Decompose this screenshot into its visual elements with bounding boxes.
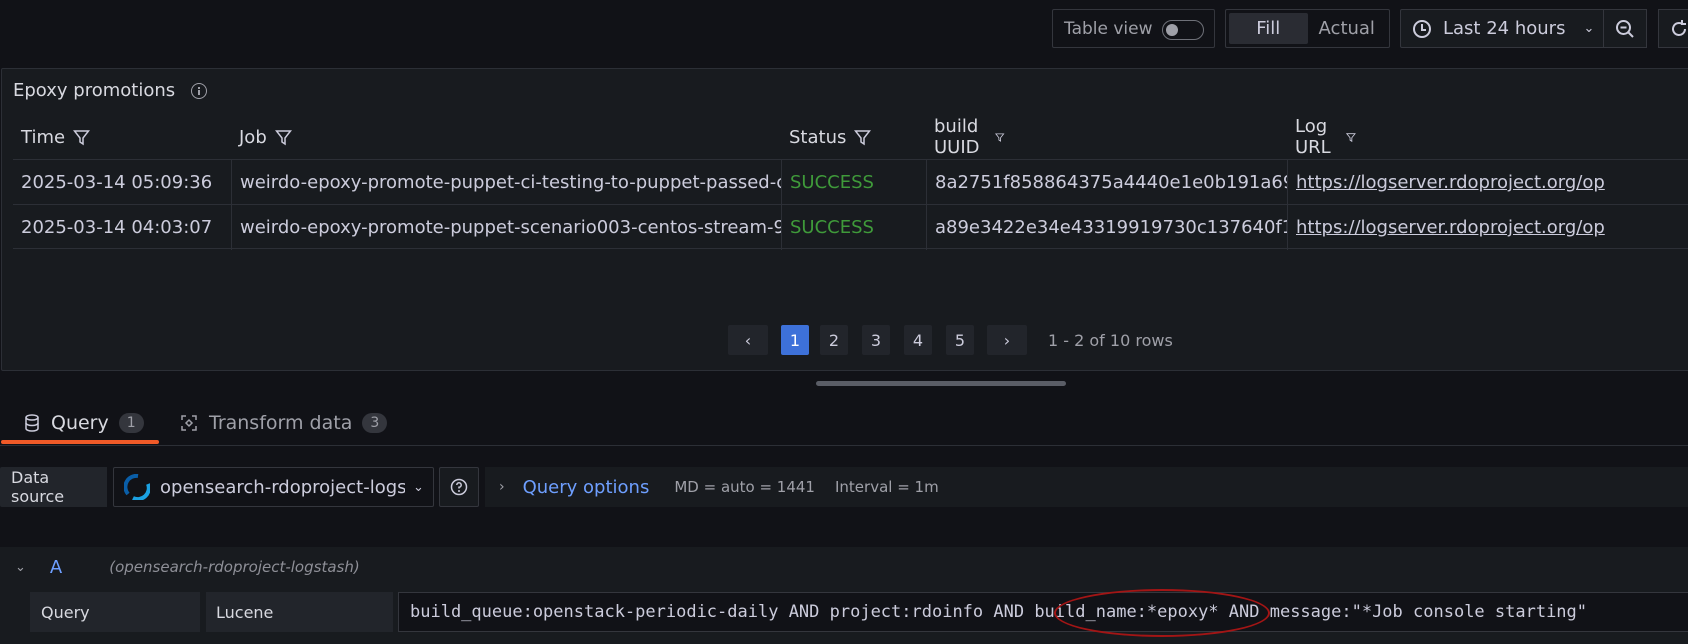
cell-job: weirdo-epoxy-promote-puppet-scenario003-…: [231, 205, 781, 250]
cell-build-uuid: a89e3422e34e43319919730c137640f1: [926, 205, 1287, 250]
filter-icon[interactable]: [854, 129, 872, 146]
panel-title: Epoxy promotions: [13, 80, 208, 101]
column-header-label: Job: [239, 126, 267, 148]
time-range-picker[interactable]: Last 24 hours ⌄: [1400, 9, 1604, 48]
chevron-down-icon: ⌄: [413, 479, 424, 495]
clock-icon: [1413, 19, 1431, 38]
column-header-build-uuid[interactable]: build UUID: [926, 115, 1005, 159]
query-ref-id[interactable]: A: [50, 557, 62, 578]
panel-resize-handle[interactable]: [816, 381, 1066, 386]
page-button-3[interactable]: 3: [862, 325, 890, 355]
info-icon[interactable]: [191, 82, 208, 99]
annotation-highlight-ellipse: [1054, 589, 1270, 637]
page-button-2[interactable]: 2: [820, 325, 848, 355]
interval-text: Interval = 1m: [834, 478, 939, 496]
tab-transform-data[interactable]: Transform data 3: [180, 400, 388, 446]
filter-icon[interactable]: [73, 129, 91, 146]
cell-build-uuid: 8a2751f858864375a4440e1e0b191a69: [926, 160, 1287, 205]
column-header-label: Time: [21, 126, 66, 148]
next-page-button[interactable]: ›: [987, 325, 1027, 355]
cell-status: SUCCESS: [781, 205, 926, 250]
pagination: ‹ 1 2 3 4 5 › 1 - 2 of 10 rows: [2, 325, 1688, 357]
tab-badge: 3: [362, 413, 388, 433]
zoom-out-icon: [1616, 19, 1634, 38]
help-icon: [450, 478, 468, 496]
cell-status: SUCCESS: [781, 160, 926, 205]
refresh-icon: [1672, 19, 1686, 36]
table-panel: Epoxy promotions Time Job Status build U…: [1, 68, 1688, 371]
query-datasource-name: (opensearch-rdoproject-logstash): [109, 558, 360, 576]
editor-tabs: Query 1 Transform data 3: [0, 400, 1688, 446]
cell-time: 2025-03-14 04:03:07: [21, 217, 213, 238]
query-editor: Query Lucene build_queue:openstack-perio…: [0, 587, 1688, 644]
page-button-4[interactable]: 4: [904, 325, 932, 355]
table-row: 2025-03-14 04:03:07 weirdo-epoxy-promote…: [13, 204, 1688, 250]
zoom-out-button[interactable]: [1603, 9, 1647, 48]
database-icon: [25, 414, 39, 432]
column-header-label: build UUID: [934, 116, 980, 158]
opensearch-logo-icon: [124, 474, 150, 500]
table-view-label: Table view: [1064, 18, 1153, 39]
datasource-picker[interactable]: opensearch-rdoproject-logstash ⌄: [113, 467, 434, 507]
filter-icon[interactable]: [1345, 129, 1356, 146]
column-header-job[interactable]: Job: [231, 115, 292, 159]
dashboard-toolbar: Table view Fill Actual Last 24 hours ⌄: [0, 0, 1688, 60]
prev-page-button[interactable]: ‹: [728, 325, 768, 355]
query-field-label: Query: [30, 592, 200, 632]
chevron-down-icon[interactable]: ⌄: [15, 560, 26, 575]
panel-title-text: Epoxy promotions: [13, 80, 176, 101]
page-button-1[interactable]: 1: [781, 325, 809, 355]
fill-button[interactable]: Fill: [1229, 13, 1308, 44]
time-range-label: Last 24 hours: [1443, 18, 1566, 39]
column-header-label: Log URL: [1295, 116, 1331, 158]
tab-label: Transform data: [209, 412, 353, 434]
log-url-link[interactable]: https://logserver.rdoproject.org/op: [1296, 172, 1605, 193]
column-header-time[interactable]: Time: [13, 115, 91, 159]
transform-icon: [181, 415, 197, 431]
log-url-link[interactable]: https://logserver.rdoproject.org/op: [1296, 217, 1605, 238]
row-count: 1 - 2 of 10 rows: [1048, 331, 1173, 350]
refresh-button[interactable]: [1658, 9, 1688, 48]
cell-job: weirdo-epoxy-promote-puppet-ci-testing-t…: [231, 160, 781, 205]
query-language-select[interactable]: Lucene: [206, 592, 393, 632]
query-options-bar[interactable]: › Query options MD = auto = 1441 Interva…: [485, 467, 1688, 507]
datasource-name: opensearch-rdoproject-logstash: [160, 476, 405, 498]
page-button-5[interactable]: 5: [946, 325, 974, 355]
column-header-log-url[interactable]: Log URL: [1287, 115, 1356, 159]
toggle-switch[interactable]: [1162, 20, 1204, 40]
datasource-label: Data source: [0, 467, 107, 507]
query-options-label[interactable]: Query options: [523, 477, 650, 498]
tab-label: Query: [51, 412, 109, 434]
chevron-right-icon: ›: [499, 479, 505, 495]
cell-log-url: https://logserver.rdoproject.org/op: [1287, 205, 1688, 250]
actual-button[interactable]: Actual: [1308, 13, 1387, 44]
query-input[interactable]: build_queue:openstack-periodic-daily AND…: [398, 592, 1688, 632]
cell-log-url: https://logserver.rdoproject.org/op: [1287, 160, 1688, 205]
filter-icon[interactable]: [995, 129, 1005, 146]
table-row: 2025-03-14 05:09:36 weirdo-epoxy-promote…: [13, 159, 1688, 205]
column-header-status[interactable]: Status: [781, 115, 872, 159]
cell-time: 2025-03-14 05:09:36: [21, 172, 213, 193]
datasource-help-button[interactable]: [439, 467, 479, 507]
query-row-header[interactable]: ⌄ A (opensearch-rdoproject-logstash): [0, 547, 1688, 587]
column-header-label: Status: [789, 126, 847, 148]
chevron-down-icon: ⌄: [1583, 21, 1595, 36]
active-tab-indicator: [1, 440, 159, 444]
max-data-points: MD = auto = 1441: [674, 478, 815, 496]
fill-actual-group: Fill Actual: [1225, 9, 1390, 48]
table-view-toggle[interactable]: Table view: [1052, 9, 1215, 48]
filter-icon[interactable]: [274, 129, 292, 146]
tab-badge: 1: [118, 413, 144, 433]
